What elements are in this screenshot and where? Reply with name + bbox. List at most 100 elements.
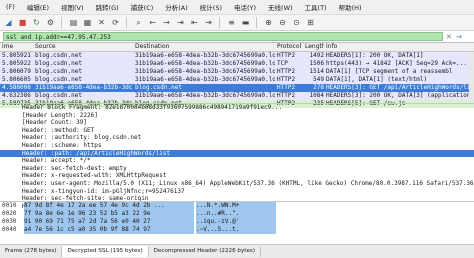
hex-bytes: 7f 9a 8e 6e 1e 96 23 52 b5 a3 22 9e (24, 210, 194, 218)
packet-time: 4.586008 (2, 84, 31, 91)
detail-row[interactable]: Header: :method: GET (0, 127, 474, 135)
packet-row[interactable]: 5.806079 blog.csdn.net 31b19aa6-e658-4dea-… (0, 68, 474, 76)
detail-row[interactable]: [Header Length: 2226] (0, 112, 474, 120)
hex-row[interactable]: 0040 a4 7e 56 1c c5 a0 35 0b 9f 88 74 97.… (0, 226, 474, 234)
packet-time: 5.805921 (2, 52, 31, 59)
hex-row[interactable]: 0020 7f 9a 8e 6e 1e 96 23 52 b5 a3 22 9e.… (0, 210, 474, 218)
toolbar-separator (61, 17, 62, 28)
packet-time: 5.806079 (2, 68, 31, 75)
packet-length: 1506 (309, 60, 324, 67)
apply-filter-icon[interactable]: → (456, 33, 464, 41)
colorize-icon[interactable]: ▬ (240, 17, 251, 28)
go-to-packet-icon[interactable]: ⇥ (175, 17, 186, 28)
save-file-icon[interactable]: ▦ (82, 17, 93, 28)
detail-row[interactable]: Header: accept: */* (0, 157, 474, 165)
find-packet-icon[interactable]: ⌕ (133, 17, 144, 28)
options-icon[interactable]: ⚙ (45, 17, 56, 28)
packet-info: DATA[1] [TCP segment of a reassembl (326, 68, 453, 75)
packet-destination: 31b19aa6-e658-4dea-b32b-3dc6745699a0.loc… (135, 92, 275, 99)
packet-row[interactable]: 5.805922 blog.csdn.net 31b19aa6-e658-4dea-… (0, 60, 474, 68)
menu-item[interactable]: 帮助(H) (333, 2, 368, 12)
menu-item[interactable]: 编辑(E) (21, 2, 55, 12)
packet-bytes: 0010 87 9d 8f 4e 17 2a ee 57 4e 9c 4d 2b … (0, 201, 474, 244)
main-toolbar: ◢ ■ ↻ ⚙ ▤ ▦ ✕ ⟳ ⌕ ← → ⇥ ⇤ ⇥ ≡ ▬ ⊕ ⊖ ⊙ ⊞ (0, 15, 474, 31)
packet-destination: 31b19aa6-e658-4dea-b32b-3dc6745699a0.loc… (135, 52, 275, 59)
menu-item[interactable]: 跳转(G) (90, 2, 125, 12)
packet-info: HEADERS[1]: 200 OK, DATA[1] (326, 52, 424, 59)
hex-row[interactable]: 0010 87 9d 8f 4e 17 2a ee 57 4e 9c 4d 2b … (0, 202, 474, 210)
normal-size-icon[interactable]: ⊙ (291, 17, 302, 28)
packet-protocol: TCP (277, 60, 288, 67)
hex-bytes: 91 90 69 71 75 a7 2d 7a 56 e0 40 27 (24, 218, 194, 226)
hex-ascii: .~V...5...t. (196, 226, 276, 234)
menu-item[interactable]: 捕获(C) (125, 2, 160, 12)
packet-length: 1492 (309, 52, 324, 59)
packet-time: 5.806605 (2, 76, 31, 83)
packet-row[interactable]: 4.632386 blog.csdn.net 31b19aa6-e658-4dea-… (0, 92, 474, 100)
packet-row[interactable]: 5.805921 blog.csdn.net 31b19aa6-e658-4dea-… (0, 52, 474, 60)
column-header-info[interactable]: Info (326, 43, 474, 51)
toolbar-separator (126, 17, 127, 28)
hex-bytes: 87 9d 8f 4e 17 2a ee 57 4e 9c 4d 2b ... (24, 202, 194, 210)
packet-source: blog.csdn.net (35, 92, 82, 99)
packet-info: HEADERS[3]: 200 OK, DATA[3] (application… (326, 92, 474, 99)
packet-length: 1084 (309, 92, 324, 99)
menu-item[interactable]: 统计(S) (194, 2, 228, 12)
go-back-icon[interactable]: ← (147, 17, 158, 28)
detail-row[interactable]: Header: sec-fetch-dest: empty (0, 165, 474, 173)
open-file-icon[interactable]: ▤ (68, 17, 79, 28)
packet-protocol: HTTP2 (277, 76, 296, 83)
first-packet-icon[interactable]: ⇤ (189, 17, 200, 28)
detail-row-selected[interactable]: Header: :path: /api/ArticleHighWords/lis… (0, 149, 474, 158)
detail-row[interactable]: Header: :authority: blog.csdn.net (0, 134, 474, 142)
bytes-tab[interactable]: Decompressed Header (2226 bytes) (149, 246, 262, 257)
column-header-source[interactable]: Source (35, 43, 133, 51)
column-header-destination[interactable]: Destination (135, 43, 275, 51)
packet-row-selected[interactable]: 4.586008 31b19aa6-e658-4dea-b32b-3dc... bl… (0, 84, 474, 92)
column-header-length[interactable]: Length (305, 43, 324, 51)
last-packet-icon[interactable]: ⇥ (203, 17, 214, 28)
detail-row[interactable]: Header: :scheme: https (0, 142, 474, 150)
bytes-tab[interactable]: Decrypted SSL (195 bytes) (62, 246, 149, 257)
zoom-in-icon[interactable]: ⊕ (263, 17, 274, 28)
hex-row[interactable]: 0030 91 90 69 71 75 a7 2d 7a 56 e0 40 27.… (0, 218, 474, 226)
packet-list-scrollbar[interactable] (469, 52, 474, 101)
column-header-time[interactable]: ime (2, 43, 33, 51)
detail-row[interactable]: Header: x-tingyun-id: im-pGljNfnc;r=9524… (0, 188, 474, 196)
close-file-icon[interactable]: ✕ (96, 17, 107, 28)
resize-columns-icon[interactable]: ⊞ (305, 17, 316, 28)
detail-row[interactable]: Header: user-agent: Mozilla/5.0 (X11; Li… (0, 180, 474, 188)
detail-row[interactable]: Header Block Fragment: 82e1870084b68d33f… (0, 104, 474, 112)
stop-capture-icon[interactable]: ■ (17, 17, 28, 28)
menu-item[interactable]: 视图(V) (55, 2, 90, 12)
detail-row[interactable]: Header: x-requested-with: XMLHttpRequest (0, 172, 474, 180)
column-header-protocol[interactable]: Protocol (277, 43, 305, 51)
clear-filter-icon[interactable]: ✕ (446, 33, 454, 41)
menu-item[interactable]: (F) (0, 3, 21, 11)
reload-icon[interactable]: ⟳ (110, 17, 121, 28)
hex-ascii: ...N.*.WN.M+ (196, 202, 276, 210)
bytes-tab[interactable]: Frame (278 bytes) (0, 246, 63, 257)
packet-destination: 31b19aa6-e658-4dea-b32b-3dc6745699a0.loc… (135, 68, 275, 75)
detail-row[interactable]: [Header Count: 39] (0, 119, 474, 127)
zoom-out-icon[interactable]: ⊖ (277, 17, 288, 28)
menu-item[interactable]: 无线(W) (262, 2, 299, 12)
hex-offset: 0010 (2, 202, 17, 209)
start-capture-icon[interactable]: ◢ (3, 17, 14, 28)
menu-item[interactable]: 分析(A) (159, 2, 194, 12)
packet-length: 278 (313, 84, 324, 91)
packet-info: HEADERS[3]: GET /api/ArticleHighWords/li… (326, 84, 474, 91)
autoscroll-icon[interactable]: ≡ (226, 17, 237, 28)
packet-length: 549 (313, 76, 324, 83)
go-forward-icon[interactable]: → (161, 17, 172, 28)
menu-item[interactable]: 电话(Y) (228, 2, 262, 12)
packet-row[interactable]: 5.806605 blog.csdn.net 31b19aa6-e658-4dea-… (0, 76, 474, 84)
packet-source: blog.csdn.net (35, 76, 82, 83)
hex-offset: 0030 (2, 218, 17, 225)
menu-item[interactable]: 工具(T) (299, 2, 333, 12)
restart-capture-icon[interactable]: ↻ (31, 17, 42, 28)
packet-time: 5.805922 (2, 60, 31, 67)
packet-length: 1514 (309, 68, 324, 75)
toolbar-separator (219, 17, 220, 28)
display-filter-input[interactable]: ssl and ip.addr==47.95.47.253 (3, 32, 443, 41)
